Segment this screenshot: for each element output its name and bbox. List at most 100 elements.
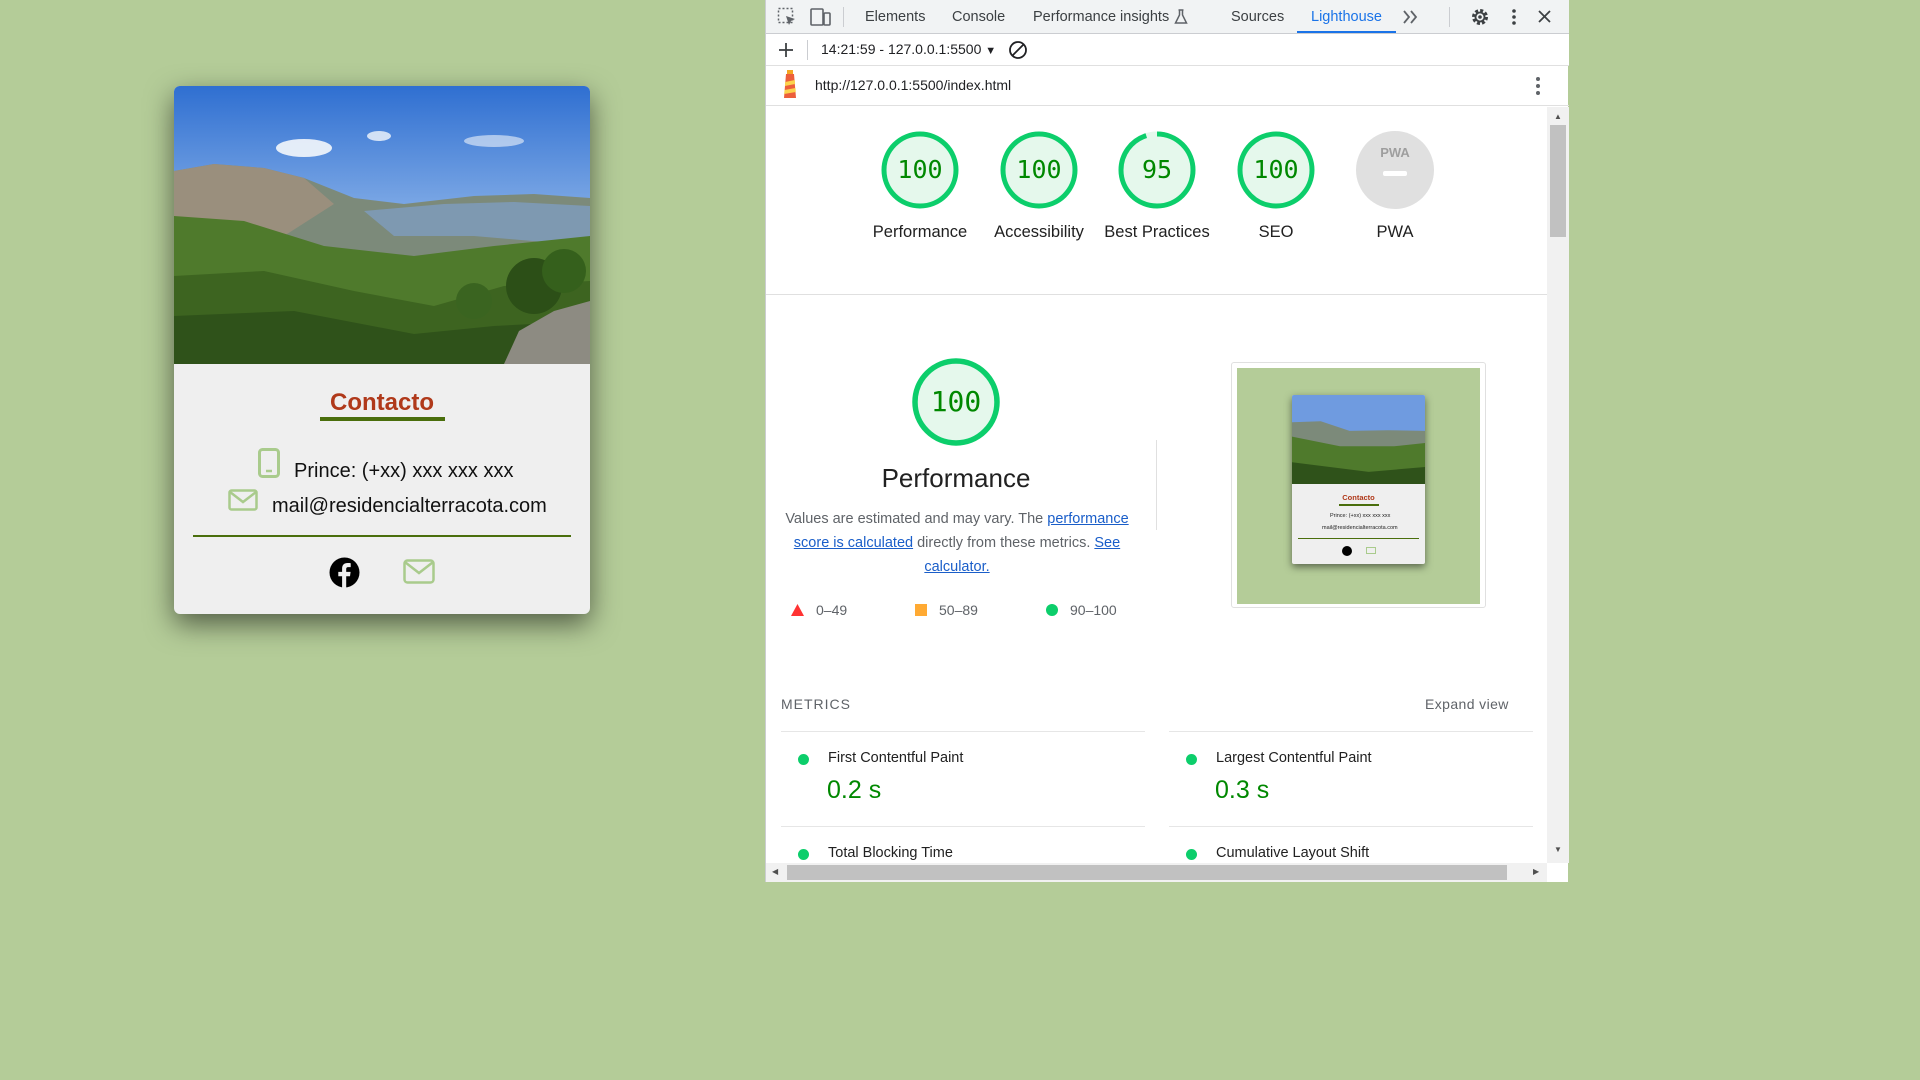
tab-lighthouse[interactable]: Lighthouse: [1297, 0, 1396, 33]
mini-landscape-photo: [1292, 395, 1425, 484]
lighthouse-logo-icon: [784, 70, 796, 98]
metric-lcp: Largest Contentful Paint 0.3 s: [1169, 731, 1533, 825]
gauge-accessibility[interactable]: 100: [999, 130, 1079, 215]
gauge-score: 95: [1142, 155, 1172, 184]
mini-envelope-icon: [1366, 547, 1376, 554]
tab-performance-insights[interactable]: Performance insights: [1033, 0, 1169, 33]
clear-block-icon[interactable]: [1008, 40, 1028, 60]
desc-text: Values are estimated and may vary. The: [785, 511, 1048, 527]
toolbar-separator: [843, 7, 844, 27]
circle-icon: [1046, 604, 1058, 616]
devtools-tab-bar: Elements Console Performance insights So…: [766, 0, 1569, 34]
scrollbar-thumb[interactable]: [1550, 125, 1566, 237]
metric-name: Total Blocking Time: [828, 845, 953, 861]
landscape-photo: [174, 86, 590, 364]
metric-name: Cumulative Layout Shift: [1216, 845, 1370, 861]
scroll-down-icon[interactable]: ▼: [1554, 845, 1562, 854]
scrollbar-thumb[interactable]: [787, 865, 1507, 880]
svg-text:PWA: PWA: [1380, 145, 1410, 160]
scroll-up-icon[interactable]: ▲: [1554, 112, 1562, 121]
legend-pass: 90–100: [1046, 602, 1117, 618]
tab-elements[interactable]: Elements: [865, 0, 925, 33]
close-icon[interactable]: [1537, 9, 1552, 24]
email-text: mail@residencialterracota.com: [272, 495, 547, 517]
final-screenshot[interactable]: Contacto Prince: (+xx) xxx xxx xxx mail@…: [1231, 362, 1486, 608]
gauge-label-best-practices: Best Practices: [1104, 223, 1210, 241]
kebab-menu-icon[interactable]: [1534, 76, 1542, 96]
envelope-icon: [228, 489, 258, 511]
title-underline: [320, 417, 445, 421]
tab-sources[interactable]: Sources: [1231, 0, 1284, 33]
metric-name: Largest Contentful Paint: [1216, 750, 1372, 766]
legend-fail: 0–49: [791, 602, 847, 618]
report-url: http://127.0.0.1:5500/index.html: [815, 77, 1012, 93]
pass-dot-icon: [798, 849, 809, 860]
section-divider: [766, 294, 1547, 295]
gauge-performance[interactable]: 100: [880, 130, 960, 215]
gauge-score: 100: [1016, 155, 1061, 184]
gauge-score: 100: [897, 155, 942, 184]
lighthouse-report: 100 Performance 100 Accessibility 95 Bes…: [766, 107, 1547, 863]
devtools-panel: Elements Console Performance insights So…: [765, 0, 1569, 882]
mini-divider: [1298, 538, 1419, 539]
desc-text: directly from these metrics.: [913, 535, 1095, 551]
plus-icon[interactable]: [778, 42, 794, 58]
lighthouse-toolbar: 14:21:59 - 127.0.0.1:5500 ▼: [766, 34, 1569, 66]
legend-range: 0–49: [816, 602, 848, 618]
score-ring: 100: [912, 358, 1000, 446]
gauge-seo[interactable]: 100: [1236, 130, 1316, 215]
vertical-scrollbar[interactable]: ▲ ▼: [1547, 107, 1569, 863]
mini-underline: [1339, 504, 1379, 506]
metric-tbt: Total Blocking Time: [781, 826, 1145, 863]
gauge-score: 100: [1253, 155, 1298, 184]
metric-cls: Cumulative Layout Shift: [1169, 826, 1533, 863]
more-tabs-icon[interactable]: [1402, 9, 1418, 25]
gauge-score: 100: [931, 385, 982, 418]
contact-card: Contacto Prince: (+xx) xxx xxx xxx mail@…: [174, 86, 590, 614]
performance-score-gauge: 100: [911, 357, 1001, 452]
page-viewport: Contacto Prince: (+xx) xxx xxx xxx mail@…: [0, 0, 765, 882]
mini-contact-card: Contacto Prince: (+xx) xxx xxx xxx mail@…: [1292, 395, 1425, 564]
mail-link-icon[interactable]: [403, 559, 435, 584]
email-row: mail@residencialterracota.com: [228, 482, 547, 518]
gear-icon[interactable]: [1470, 7, 1490, 27]
tab-console[interactable]: Console: [952, 0, 1005, 33]
horizontal-scrollbar[interactable]: ◀ ▶: [766, 863, 1547, 882]
gauge-label-performance: Performance: [872, 223, 968, 241]
pass-dot-icon: [1186, 754, 1197, 765]
mini-email-text: mail@residencialterracota.com: [1322, 525, 1398, 531]
gauge-label-pwa: PWA: [1376, 223, 1414, 241]
metric-value: 0.3 s: [1215, 776, 1270, 804]
performance-description: Values are estimated and may vary. The p…: [778, 507, 1136, 579]
device-toolbar-icon[interactable]: [810, 7, 832, 27]
square-icon: [915, 604, 927, 616]
metric-name: First Contentful Paint: [828, 750, 964, 766]
scroll-right-icon[interactable]: ▶: [1533, 867, 1539, 876]
pass-dot-icon: [1186, 849, 1197, 860]
gauge-best-practices[interactable]: 95: [1117, 130, 1197, 215]
score-ring: 100: [1237, 131, 1315, 209]
score-ring: 100: [1000, 131, 1078, 209]
kebab-menu-icon[interactable]: [1510, 8, 1518, 26]
legend-range: 50–89: [939, 602, 978, 618]
contact-title: Contacto: [330, 389, 434, 416]
report-select[interactable]: 14:21:59 - 127.0.0.1:5500 ▼: [821, 41, 996, 57]
flask-icon: [1174, 9, 1188, 24]
metrics-heading: METRICS: [781, 696, 851, 712]
report-select-value: 14:21:59 - 127.0.0.1:5500: [821, 41, 982, 57]
phone-text: Prince: (+xx) xxx xxx xxx: [294, 460, 514, 482]
performance-title: Performance: [881, 463, 1031, 493]
expand-view-button[interactable]: Expand view: [1425, 696, 1509, 712]
gauge-label-seo: SEO: [1258, 223, 1294, 241]
pwa-badge-icon: PWA: [1356, 131, 1434, 209]
report-url-bar: http://127.0.0.1:5500/index.html: [766, 66, 1569, 106]
gauge-pwa[interactable]: PWA: [1355, 130, 1435, 215]
metric-value: 0.2 s: [827, 776, 882, 804]
facebook-icon[interactable]: [329, 557, 360, 588]
pass-dot-icon: [798, 754, 809, 765]
mini-facebook-icon: [1342, 546, 1352, 556]
scroll-left-icon[interactable]: ◀: [772, 867, 778, 876]
toolbar-separator: [807, 40, 808, 60]
triangle-icon: [791, 604, 804, 616]
inspect-element-icon[interactable]: [777, 7, 797, 27]
